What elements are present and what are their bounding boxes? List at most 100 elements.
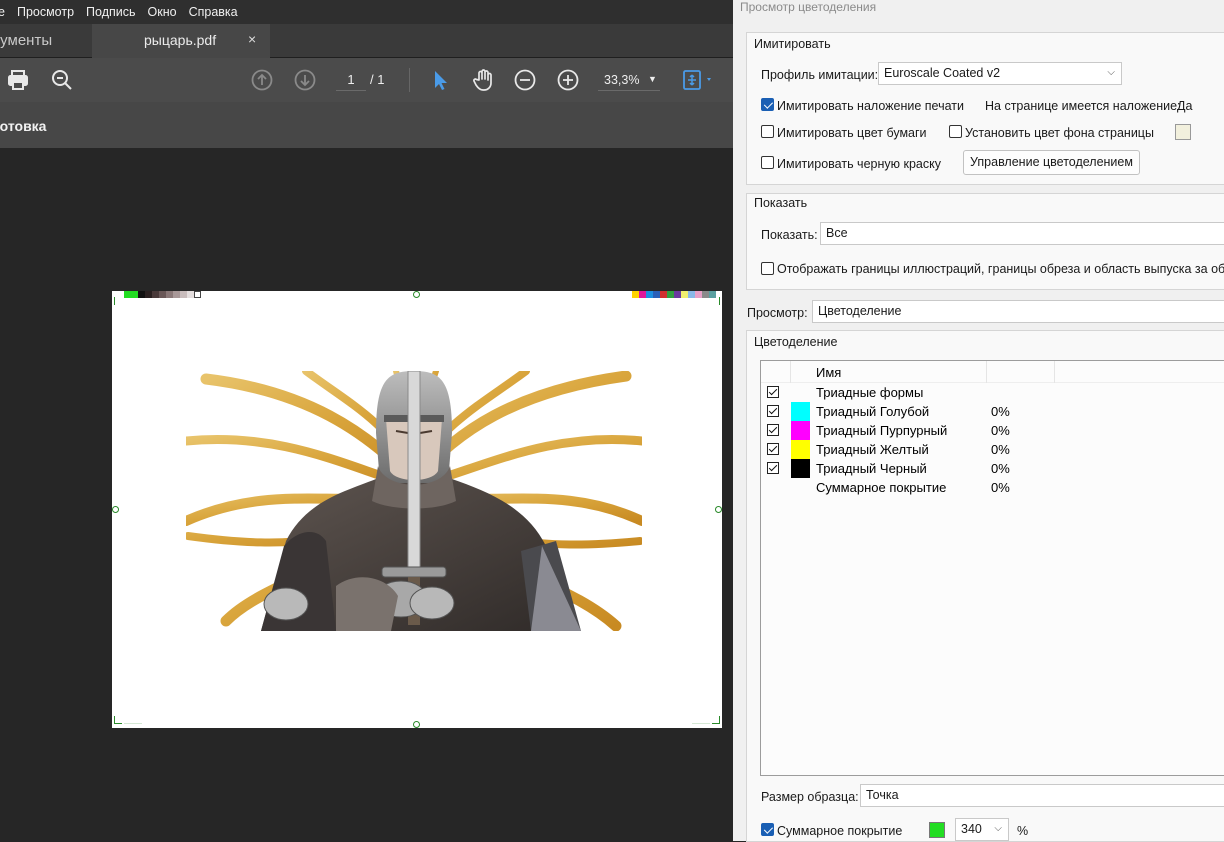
registration-mark-top: [413, 291, 420, 298]
hand-tool-icon[interactable]: [469, 66, 497, 94]
total-coverage-color-swatch[interactable]: [929, 822, 945, 838]
column-name[interactable]: Имя: [791, 361, 987, 383]
close-tab-icon[interactable]: ×: [248, 31, 256, 47]
zoom-level-select[interactable]: 33,3% ▼: [598, 69, 660, 91]
crop-mark-top-right: [712, 297, 720, 305]
separation-row[interactable]: Триадный Голубой 0%: [761, 402, 1224, 421]
simulate-overprint-label: Имитировать наложение печати: [777, 99, 964, 113]
tool-name-label: готовка: [0, 118, 47, 134]
zoom-out-icon[interactable]: [511, 66, 539, 94]
simulate-black-ink-checkbox[interactable]: [761, 156, 774, 169]
total-coverage-label: Суммарное покрытие: [777, 824, 903, 838]
separation-checkbox[interactable]: [767, 424, 779, 436]
separation-percent: 0%: [991, 404, 1010, 419]
menu-item-sign[interactable]: Подпись: [80, 5, 141, 19]
show-value: Все: [826, 226, 848, 240]
column-percent[interactable]: [987, 361, 1055, 383]
separation-percent: 0%: [991, 442, 1010, 457]
menu-item-help[interactable]: Справка: [183, 5, 244, 19]
zoom-in-icon[interactable]: [554, 66, 582, 94]
crop-mark-bottom-left: [114, 716, 122, 724]
show-boxes-checkbox[interactable]: [761, 262, 774, 275]
separation-color-swatch: [791, 402, 810, 421]
separations-heading: Цветоделение: [754, 335, 838, 349]
select-tool-icon[interactable]: [426, 66, 454, 94]
total-coverage-unit: %: [1017, 824, 1029, 838]
tool-name-bar: готовка: [0, 102, 733, 148]
toolbar-divider: [409, 68, 410, 92]
page-number-input[interactable]: 1: [336, 69, 366, 91]
separation-row[interactable]: Суммарное покрытие 0%: [761, 478, 1224, 497]
page-slug-left: ——————: [124, 721, 142, 725]
simulate-overprint-checkbox[interactable]: [761, 98, 774, 111]
total-coverage-value-select[interactable]: 340 ⌵: [955, 818, 1009, 841]
gray-color-bar: [124, 291, 201, 298]
separation-percent: 0%: [991, 423, 1010, 438]
simulate-paper-color-label: Имитировать цвет бумаги: [777, 126, 927, 140]
fit-page-icon[interactable]: [679, 66, 717, 94]
separation-checkbox[interactable]: [767, 405, 779, 417]
color-management-button[interactable]: Управление цветоделением: [963, 150, 1140, 175]
print-icon[interactable]: [4, 66, 32, 94]
column-name-label: Имя: [816, 365, 842, 380]
show-boxes-label: Отображать границы иллюстраций, границы …: [777, 262, 1224, 276]
profile-select[interactable]: Euroscale Coated v2 ⌵: [878, 62, 1122, 85]
page-background-checkbox[interactable]: [949, 125, 962, 138]
separation-name: Суммарное покрытие: [816, 480, 947, 495]
main-toolbar: 1 / 1 33,3% ▼: [0, 58, 733, 102]
sample-size-value: Точка: [866, 788, 899, 802]
simulate-paper-color-checkbox[interactable]: [761, 125, 774, 138]
next-page-icon[interactable]: [291, 66, 319, 94]
separation-checkbox[interactable]: [767, 443, 779, 455]
crop-mark-top-left: [114, 297, 122, 305]
simulate-heading: Имитировать: [754, 37, 831, 51]
separation-color-swatch: [791, 440, 810, 459]
profile-value: Euroscale Coated v2: [884, 66, 1001, 80]
separation-checkbox[interactable]: [767, 462, 779, 474]
registration-mark-right: [715, 506, 722, 513]
zoom-search-icon[interactable]: [48, 66, 76, 94]
separation-name: Триадный Желтый: [816, 442, 929, 457]
tab-bar: рументы рыцарь.pdf ×: [0, 24, 733, 58]
document-canvas[interactable]: —————— ——————: [0, 148, 733, 841]
registration-mark-bottom: [413, 721, 420, 728]
separation-name: Триадный Пурпурный: [816, 423, 948, 438]
separation-percent: 0%: [991, 480, 1010, 495]
tab-document-title: рыцарь.pdf: [144, 32, 217, 48]
separation-row[interactable]: Триадный Черный 0%: [761, 459, 1224, 478]
separation-percent: 0%: [991, 461, 1010, 476]
menu-item-view[interactable]: Просмотр: [11, 5, 80, 19]
separation-name: Триадный Черный: [816, 461, 927, 476]
separation-checkbox[interactable]: [767, 386, 779, 398]
page-background-color-swatch[interactable]: [1175, 124, 1191, 140]
chevron-down-icon: ⌵: [1107, 67, 1115, 78]
show-label: Показать:: [761, 228, 818, 242]
chevron-down-icon: ▼: [648, 74, 657, 84]
separation-row[interactable]: Триадный Пурпурный 0%: [761, 421, 1224, 440]
separation-name: Триадные формы: [816, 385, 924, 400]
tab-tools[interactable]: рументы: [0, 24, 92, 58]
separations-list-header: Имя: [761, 361, 1224, 383]
sample-size-select[interactable]: Точка: [860, 784, 1224, 807]
menu-item-edit[interactable]: е: [0, 5, 11, 19]
total-coverage-checkbox[interactable]: [761, 823, 774, 836]
separation-row[interactable]: Триадный Желтый 0%: [761, 440, 1224, 459]
preview-label: Просмотр:: [747, 306, 808, 320]
menu-item-window[interactable]: Окно: [142, 5, 183, 19]
show-heading: Показать: [754, 196, 808, 210]
chevron-down-icon: ⌵: [994, 823, 1002, 834]
separation-color-swatch: [791, 459, 810, 478]
separation-row[interactable]: Триадные формы: [761, 383, 1224, 402]
page-overprint-value: Да: [1177, 99, 1193, 113]
previous-page-icon[interactable]: [248, 66, 276, 94]
show-select[interactable]: Все: [820, 222, 1224, 245]
page-background-label: Установить цвет фона страницы: [965, 126, 1154, 140]
separation-color-swatch: [791, 421, 810, 440]
pdf-viewer-window: е Просмотр Подпись Окно Справка рументы …: [0, 0, 733, 841]
registration-mark-left: [112, 506, 119, 513]
separations-list[interactable]: Имя Триадные формы Триадный Голубой 0% Триа…: [760, 360, 1224, 776]
zoom-level-value: 33,3%: [604, 73, 640, 87]
page-total: / 1: [370, 72, 385, 87]
tab-document[interactable]: рыцарь.pdf ×: [92, 24, 270, 58]
preview-select[interactable]: Цветоделение: [812, 300, 1224, 323]
